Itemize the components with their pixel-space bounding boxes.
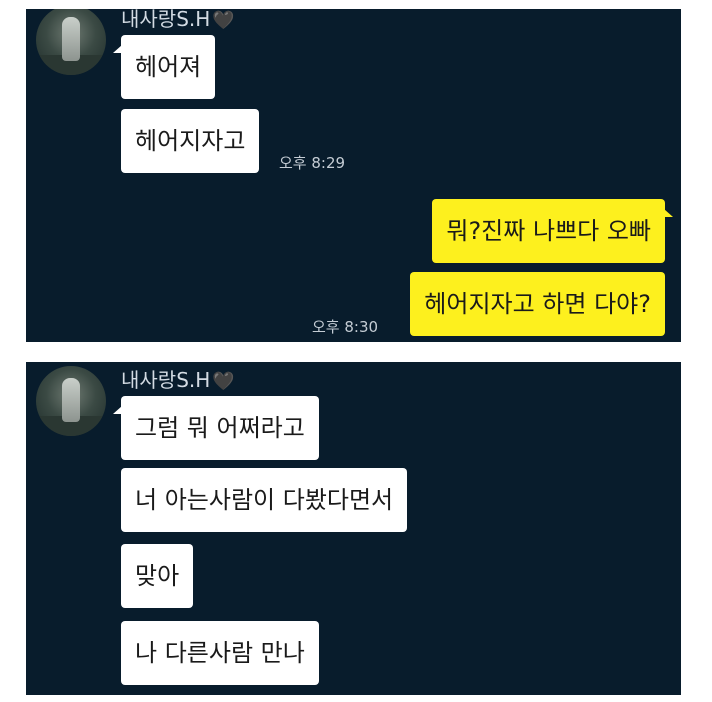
chat-panel-1: 내사랑S.H 🖤 헤어져 헤어지자고 오후 8:29 뭐?진짜 나쁘다 오빠 헤어…: [26, 9, 681, 342]
message-text: 뭐?진짜 나쁘다 오빠: [446, 217, 651, 245]
message-timestamp: 오후 8:30: [312, 318, 379, 336]
avatar-figure: [62, 378, 80, 422]
message-text: 그럼 뭐 어쩌라고: [135, 414, 305, 442]
incoming-message[interactable]: 그럼 뭐 어쩌라고: [113, 396, 319, 460]
chat-panel-2: 내사랑S.H 🖤 그럼 뭐 어쩌라고 너 아는사람이 다봤다면서 맞아 나 다른사…: [26, 362, 681, 695]
incoming-message[interactable]: 헤어져: [112, 35, 216, 99]
incoming-message[interactable]: 맞아: [121, 544, 194, 608]
incoming-message[interactable]: 나 다른사람 만나: [121, 621, 319, 685]
black-heart-icon: 🖤: [212, 10, 235, 31]
sender-name: 내사랑S.H 🖤: [121, 9, 235, 32]
sender-name-text: 내사랑S.H: [121, 9, 211, 31]
message-text: 너 아는사람이 다봤다면서: [135, 486, 394, 514]
message-text: 헤어지자고 하면 다야?: [424, 290, 651, 318]
incoming-message[interactable]: 헤어지자고: [121, 109, 260, 173]
outgoing-message[interactable]: 뭐?진짜 나쁘다 오빠: [432, 199, 673, 263]
message-text: 나 다른사람 만나: [135, 639, 305, 667]
message-text: 맞아: [135, 562, 180, 590]
message-text: 헤어지자고: [135, 127, 246, 155]
profile-avatar[interactable]: [36, 9, 106, 75]
profile-avatar[interactable]: [36, 366, 106, 436]
outgoing-message[interactable]: 헤어지자고 하면 다야?: [410, 272, 665, 336]
message-text: 헤어져: [135, 53, 202, 81]
avatar-figure: [62, 17, 80, 61]
black-heart-icon: 🖤: [212, 371, 235, 392]
sender-name-text: 내사랑S.H: [121, 368, 211, 392]
message-timestamp: 오후 8:29: [279, 154, 346, 172]
sender-name: 내사랑S.H 🖤: [121, 364, 235, 393]
incoming-message[interactable]: 너 아는사람이 다봤다면서: [121, 468, 408, 532]
